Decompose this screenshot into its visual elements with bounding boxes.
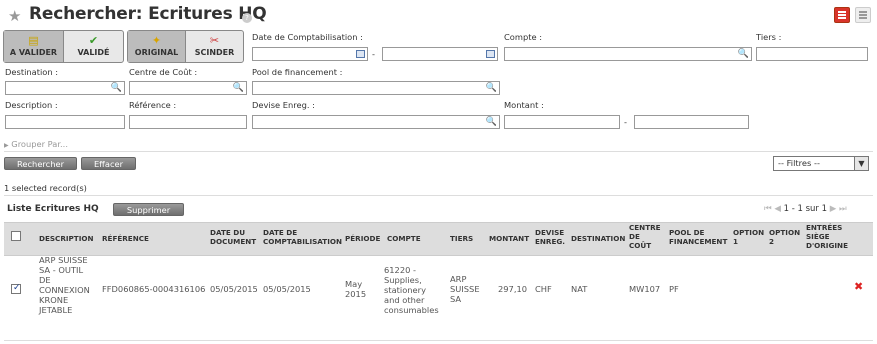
check-icon: ✓ [13,283,21,293]
supprimer-button[interactable]: Supprimer [113,203,184,216]
valide-toggle[interactable]: ✔ VALIDÉ [64,31,123,62]
col-option-1[interactable]: OPTION 1 [733,228,764,246]
col-devise[interactable]: DEVISE ENREG. [535,228,565,246]
split-icon: ✂ [209,34,220,47]
first-page-icon[interactable]: ⏮ [764,204,772,214]
grouper-par-toggle[interactable]: ▶ Grouper Par... [4,139,68,149]
reference-input[interactable] [129,115,247,129]
divider [4,151,873,152]
destination-input[interactable]: 🔍 [5,81,125,95]
destination-label: Destination : [5,67,59,77]
type-toggle-group: ✦ ORIGINAL ✂ SCINDER [127,30,244,63]
grid-view-icon[interactable] [855,7,871,23]
centre-cout-label: Centre de Coût : [129,67,198,77]
search-icon[interactable]: 🔍 [233,83,244,94]
col-reference[interactable]: RÉFÉRENCE [102,234,149,243]
col-centre-cout[interactable]: CENTRE DE COÛT [629,223,661,250]
divider [4,340,873,341]
col-option-2[interactable]: OPTION 2 [769,228,800,246]
cell-compte: 61220 - Supplies, stationery and other consu… [384,265,439,315]
prev-page-icon[interactable]: ◀ [774,204,781,214]
col-pool-financement[interactable]: POOL DE FINANCEMENT [669,228,727,246]
cell-pool: PF [669,284,679,294]
devise-label: Devise Enreg. : [252,100,315,110]
montant-from-input[interactable] [504,115,620,129]
last-page-icon[interactable]: ⏭ [839,204,847,214]
selected-count: 1 selected record(s) [4,183,87,193]
date-compta-from-input[interactable] [252,47,368,61]
devise-input[interactable]: 🔍 [252,115,500,129]
tiers-label: Tiers : [756,32,782,42]
reference-label: Référence : [129,100,177,110]
cell-tiers: ARP SUISSE SA [450,274,480,304]
chevron-down-icon: ▼ [854,157,868,170]
sparkle-icon: ✦ [151,34,162,47]
cell-description: ARP SUISSE SA - OUTIL DE CONNEXION KRONE JETA… [39,255,90,315]
favorite-star-icon[interactable]: ★ [8,7,21,25]
table-row[interactable]: ✓ ARP SUISSE SA - OUTIL DE CONNEXION KRONE JE… [4,255,873,339]
original-toggle[interactable]: ✦ ORIGINAL [128,31,186,62]
montant-label: Montant : [504,100,544,110]
cell-centre-cout: MW107 [629,284,661,294]
a-valider-toggle[interactable]: ▤ A VALIDER [4,31,64,62]
pool-financement-input[interactable]: 🔍 [252,81,500,95]
list-view-icon[interactable] [834,7,850,23]
date-compta-label: Date de Comptabilisation : [252,32,363,42]
state-toggle-group: ▤ A VALIDER ✔ VALIDÉ [3,30,124,63]
compte-input[interactable]: 🔍 [504,47,752,61]
col-entrees-siege[interactable]: ENTRÉES SIÈGE D'ORIGINE [806,223,848,250]
scinder-toggle[interactable]: ✂ SCINDER [186,31,243,62]
cell-reference: FFD060865-0004316106 [102,284,206,294]
rechercher-button[interactable]: Rechercher [4,157,77,170]
triangle-right-icon: ▶ [4,142,9,149]
col-description[interactable]: DESCRIPTION [39,234,94,243]
col-date-compta[interactable]: DATE DE COMPTABILISATION [263,228,342,246]
description-label: Description : [5,100,58,110]
check-icon: ✔ [88,34,99,47]
montant-to-input[interactable] [634,115,749,129]
filtres-select[interactable]: -- Filtres -- ▼ [773,156,869,171]
search-icon[interactable]: 🔍 [738,49,749,60]
centre-cout-input[interactable]: 🔍 [129,81,247,95]
list-title: Liste Ecritures HQ [7,204,99,214]
date-compta-to-input[interactable] [382,47,498,61]
date-range-dash: - [372,49,375,59]
montant-range-dash: - [624,117,627,127]
next-page-icon[interactable]: ▶ [830,204,837,214]
help-icon[interactable]: ? [242,13,252,23]
select-all-checkbox[interactable] [11,231,21,241]
compte-label: Compte : [504,32,543,42]
effacer-button[interactable]: Effacer [81,157,136,170]
pager-text: 1 - 1 sur 1 [783,204,828,214]
pager: ⏮ ◀ 1 - 1 sur 1 ▶ ⏭ [764,204,847,214]
calendar-icon[interactable] [356,50,365,58]
delete-icon[interactable]: ✖ [854,281,863,292]
note-icon: ▤ [28,34,39,47]
search-icon[interactable]: 🔍 [486,83,497,94]
cell-destination: NAT [571,284,588,294]
row-checkbox[interactable]: ✓ [11,283,21,294]
cell-periode: May 2015 [345,279,367,299]
col-tiers[interactable]: TIERS [450,234,473,243]
divider [4,195,873,196]
cell-date-document: 05/05/2015 [210,284,258,294]
calendar-icon[interactable] [486,50,495,58]
col-montant[interactable]: MONTANT [489,234,529,243]
description-input[interactable] [5,115,125,129]
col-date-document[interactable]: DATE DU DOCUMENT [210,228,256,246]
col-destination[interactable]: DESTINATION [571,234,625,243]
cell-devise: CHF [535,284,552,294]
col-compte[interactable]: COMPTE [387,234,421,243]
search-icon[interactable]: 🔍 [111,83,122,94]
page-title: Rechercher: Ecritures HQ [29,4,267,24]
table-header: DESCRIPTION RÉFÉRENCE DATE DU DOCUMENT DA… [4,222,873,256]
pool-financement-label: Pool de financement : [252,67,343,77]
cell-montant: 297,10 [498,284,528,294]
col-periode[interactable]: PÉRIODE [345,234,380,243]
cell-date-compta: 05/05/2015 [263,284,311,294]
tiers-input[interactable] [756,47,868,61]
search-icon[interactable]: 🔍 [486,117,497,128]
